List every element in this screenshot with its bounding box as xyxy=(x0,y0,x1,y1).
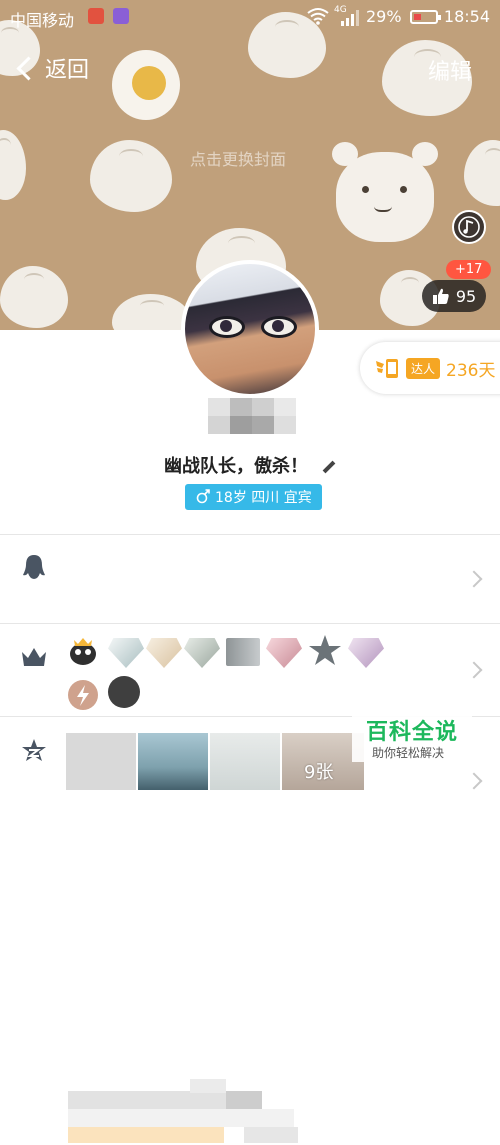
edit-button[interactable]: 编辑 xyxy=(428,54,472,86)
dumpling-pattern xyxy=(0,266,68,328)
clock: 18:54 xyxy=(443,7,490,26)
dumpling-pattern xyxy=(90,140,172,212)
account-row[interactable] xyxy=(0,535,500,1143)
profile-info-badge: 18岁 四川 宜宾 xyxy=(185,484,322,510)
egg-illustration xyxy=(112,50,180,120)
watermark-title: 百科全说 xyxy=(366,720,459,745)
age-location: 18岁 四川 宜宾 xyxy=(215,490,312,506)
chevron-right-icon xyxy=(465,661,483,679)
username-blurred xyxy=(208,398,296,434)
qq-member-badge xyxy=(66,634,102,665)
signature-row[interactable]: 幽战队长，傲杀！ xyxy=(0,452,500,478)
battery-percent: 29% xyxy=(366,7,402,26)
qq-penguin-icon xyxy=(23,555,45,579)
diamond-badge xyxy=(146,638,182,668)
expert-tag: 达人 xyxy=(406,357,441,379)
star-badge xyxy=(308,634,344,665)
photo-thumbnail[interactable] xyxy=(66,733,136,790)
battery-icon xyxy=(410,10,441,24)
signature-text: 幽战队长，傲杀！ xyxy=(164,456,308,477)
crown-icon xyxy=(22,648,46,666)
chevron-left-icon xyxy=(16,55,41,81)
watermark-subtitle: 助你轻松解决 xyxy=(372,746,445,760)
chat-badge xyxy=(108,676,140,708)
chevron-right-icon xyxy=(465,570,483,588)
photo-count: 9张 xyxy=(304,762,334,783)
watermark-logo: 百科全说 助你轻松解决 xyxy=(352,712,472,762)
notification-icon xyxy=(88,8,104,24)
diamond-badge xyxy=(266,638,302,668)
thumbs-up-icon xyxy=(432,288,449,304)
qzone-star-icon xyxy=(22,739,46,761)
wing-phone-icon xyxy=(376,359,398,378)
wifi-icon xyxy=(307,8,329,25)
music-button[interactable] xyxy=(452,210,486,244)
dumpling-pattern xyxy=(464,140,500,206)
account-info-blurred xyxy=(68,1075,298,1145)
pencil-icon[interactable] xyxy=(322,460,336,474)
music-note-icon xyxy=(458,216,480,238)
like-count: 95 xyxy=(455,286,477,306)
back-button[interactable]: 返回 xyxy=(12,52,89,84)
book-badge xyxy=(226,638,260,666)
level-badge xyxy=(184,638,220,668)
change-cover-hint: 点击更换封面 xyxy=(190,150,287,169)
photo-thumbnail[interactable] xyxy=(138,733,208,790)
dumpling-pattern xyxy=(112,294,192,330)
bear-illustration xyxy=(332,142,438,242)
diamond-badge xyxy=(108,638,144,668)
dumpling-pattern xyxy=(0,130,26,200)
photo-thumbnail[interactable] xyxy=(210,733,280,790)
like-button[interactable]: 95 xyxy=(422,280,486,312)
back-label: 返回 xyxy=(45,58,90,83)
gallery-notification-icon xyxy=(113,8,129,24)
like-increment-badge: +17 xyxy=(446,260,492,279)
diamond-badge xyxy=(348,638,384,668)
lightning-badge xyxy=(68,680,98,710)
honors-row[interactable] xyxy=(0,624,500,716)
avatar[interactable] xyxy=(181,260,319,398)
signal-icon xyxy=(341,10,359,26)
status-bar: 中国移动 4G 29% 18:54 xyxy=(0,0,500,34)
male-icon xyxy=(196,489,210,504)
expert-days: 236天 xyxy=(446,360,496,381)
expert-badge[interactable]: 达人 236天 xyxy=(360,342,500,394)
carrier-label: 中国移动 xyxy=(10,11,75,30)
